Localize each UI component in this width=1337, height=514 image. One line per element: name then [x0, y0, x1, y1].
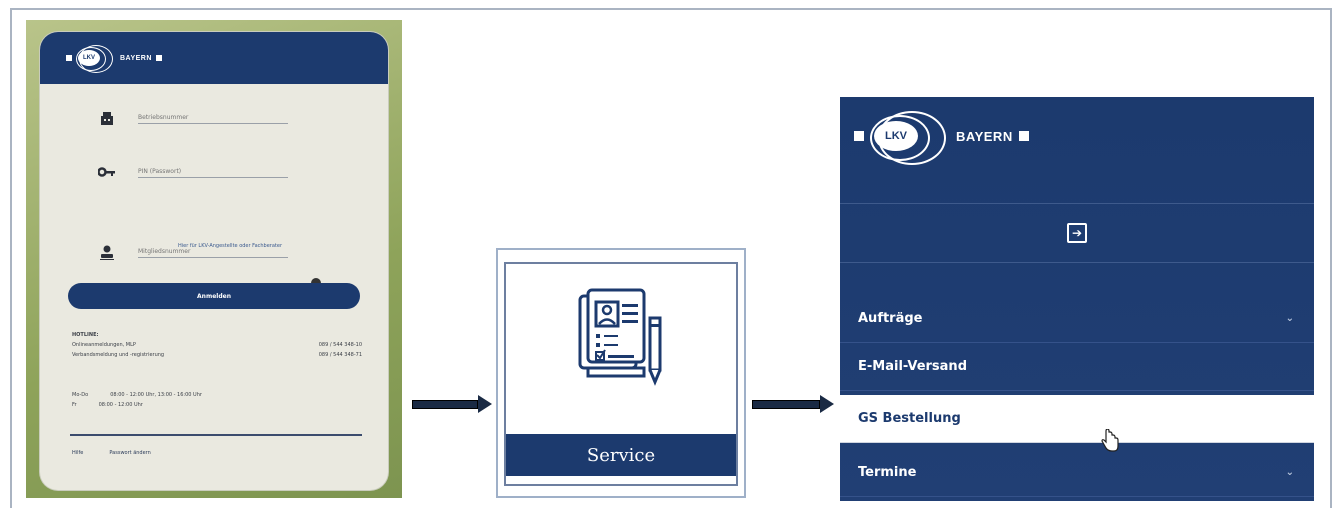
pin-row [98, 164, 358, 180]
opening-hours: Mo-Do 08:00 - 12:00 Uhr, 13:00 - 16:00 U… [72, 388, 332, 408]
service-tile[interactable]: Service [496, 248, 746, 498]
lkv-logo: LKV BAYERN [854, 111, 1029, 165]
hotline-row: Verbandsmeldung und -registrierung 089 /… [72, 352, 362, 358]
menu-item-label: Aufträge [858, 311, 923, 326]
hours-days: Mo-Do [72, 392, 89, 398]
hotline-label: Verbandsmeldung und -registrierung [72, 352, 165, 358]
person-icon [98, 244, 116, 260]
login-strip[interactable]: ➔ [840, 203, 1314, 263]
hotline-label: Onlineanmeldungen, MLP [72, 342, 136, 348]
hotline-info: HOTLINE: Onlineanmeldungen, MLP 089 / 54… [72, 332, 362, 358]
service-label-bar: Service [506, 434, 736, 476]
menu-item-label: GS Bestellung [858, 411, 961, 426]
mitgliedsnummer-input[interactable] [138, 246, 288, 258]
change-password-link[interactable]: Passwort ändern [109, 450, 150, 456]
document-form-icon [566, 288, 676, 396]
logo-core-text: LKV [78, 50, 100, 66]
footer-links: Hilfe Passwort ändern [72, 450, 151, 456]
logo-square-icon [854, 131, 864, 141]
hotline-title: HOTLINE: [72, 332, 99, 338]
key-icon [98, 164, 116, 180]
arrow-right-icon [412, 395, 492, 413]
chevron-down-icon: ⌄ [1285, 313, 1294, 324]
help-link[interactable]: Hilfe [72, 450, 83, 456]
hours-time: 08:00 - 12:00 Uhr, 13:00 - 16:00 Uhr [110, 392, 202, 398]
logo-square-icon [1018, 131, 1029, 141]
navigation-menu: LKV BAYERN ➔ Aufträge ⌄ E-Mail-Versand G… [840, 97, 1314, 501]
logo-core-text: LKV [874, 121, 918, 151]
chevron-down-icon: ⌄ [1285, 467, 1294, 478]
login-card: LKV BAYERN Hier für LKV-Angestellte oder… [40, 32, 388, 490]
login-header: LKV BAYERN [40, 32, 388, 84]
mitgliedsnummer-row [98, 244, 358, 260]
betriebsnummer-row [98, 110, 358, 126]
hotline-phone: 089 / 544 348-71 [318, 352, 362, 358]
sign-in-icon[interactable]: ➔ [1067, 223, 1087, 243]
menu-item-label: Termine [858, 465, 917, 480]
logo-square-icon [155, 55, 162, 61]
building-icon [98, 110, 116, 126]
lkv-logo: LKV BAYERN [66, 45, 162, 73]
service-label: Service [586, 444, 656, 466]
menu-item-auftraege[interactable]: Aufträge ⌄ [840, 295, 1314, 343]
logo-text: BAYERN [956, 128, 1013, 144]
divider [70, 434, 362, 436]
service-tile-inner: Service [504, 262, 738, 486]
menu-item-termine[interactable]: Termine ⌄ [840, 449, 1314, 497]
arrow-right-icon [752, 395, 836, 413]
hotline-phone: 089 / 544 348-10 [318, 342, 362, 348]
hours-row: Fr 08:00 - 12:00 Uhr [72, 402, 332, 408]
hours-time: 08:00 - 12:00 Uhr [98, 402, 143, 408]
menu-item-gs-bestellung[interactable]: GS Bestellung [840, 395, 1314, 443]
logo-text: BAYERN [120, 54, 152, 62]
logo-rings-icon: LKV [76, 45, 116, 73]
logo-rings-icon: LKV [870, 111, 950, 165]
hand-pointer-icon [1100, 428, 1120, 453]
menu-item-email-versand[interactable]: E-Mail-Versand [840, 343, 1314, 391]
menu-item-label: E-Mail-Versand [858, 359, 967, 374]
hotline-row: Onlineanmeldungen, MLP 089 / 544 348-10 [72, 342, 362, 348]
login-button[interactable]: Anmelden [68, 283, 360, 309]
pin-input[interactable] [138, 166, 288, 178]
hours-days: Fr [72, 402, 77, 408]
betriebsnummer-input[interactable] [138, 112, 288, 124]
logo-square-icon [66, 55, 72, 61]
hours-row: Mo-Do 08:00 - 12:00 Uhr, 13:00 - 16:00 U… [72, 392, 332, 398]
